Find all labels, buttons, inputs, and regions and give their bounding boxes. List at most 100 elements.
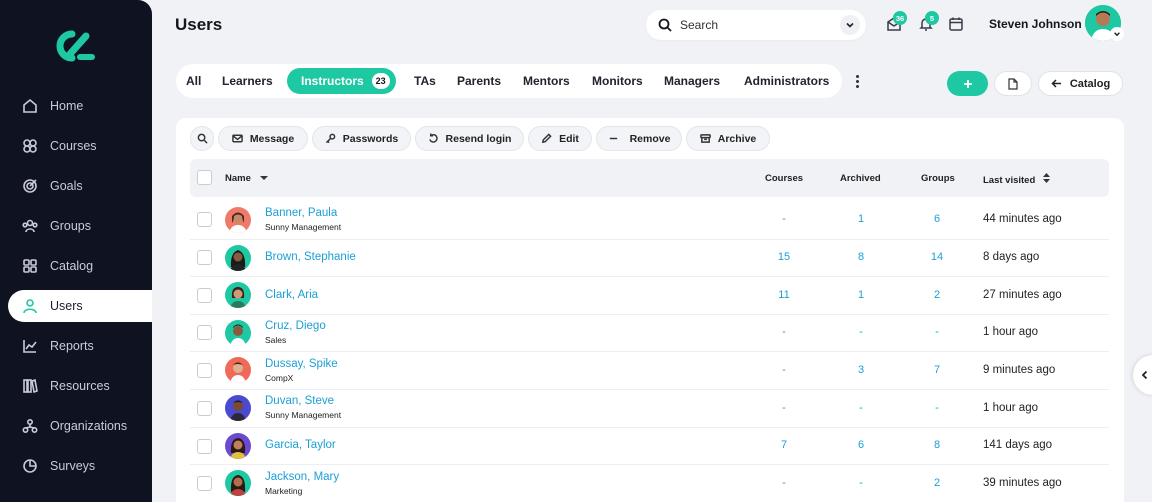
tab-tas[interactable]: TAs bbox=[414, 68, 436, 94]
courses-count[interactable]: - bbox=[764, 477, 804, 489]
resend-login-button[interactable]: Resend login bbox=[415, 126, 524, 151]
groups-count[interactable]: 14 bbox=[917, 251, 957, 263]
sidebar-item-goals[interactable]: Goals bbox=[8, 170, 152, 202]
column-header-last-visited[interactable]: Last visited bbox=[983, 173, 1050, 186]
archived-count[interactable]: 1 bbox=[841, 213, 881, 225]
courses-count[interactable]: - bbox=[764, 402, 804, 414]
tab-parents[interactable]: Parents bbox=[457, 68, 501, 94]
app-logo[interactable] bbox=[52, 28, 98, 64]
export-button[interactable] bbox=[994, 71, 1032, 96]
groups-count[interactable]: 6 bbox=[917, 213, 957, 225]
add-user-button[interactable] bbox=[947, 71, 988, 96]
table-header bbox=[190, 159, 1109, 197]
archived-count[interactable]: - bbox=[841, 477, 881, 489]
row-checkbox[interactable] bbox=[197, 363, 212, 378]
passwords-button[interactable]: Passwords bbox=[312, 126, 411, 151]
groups-count[interactable]: 2 bbox=[917, 289, 957, 301]
archived-count[interactable]: - bbox=[841, 402, 881, 414]
archived-count[interactable]: 3 bbox=[841, 364, 881, 376]
user-name-link[interactable]: Duvan, Steve bbox=[265, 395, 334, 407]
groups-count[interactable]: - bbox=[917, 326, 957, 338]
row-divider bbox=[190, 427, 1109, 428]
minus-icon bbox=[609, 137, 617, 140]
sidebar-item-catalog[interactable]: Catalog bbox=[8, 250, 152, 282]
catalog-button[interactable]: Catalog bbox=[1038, 71, 1123, 96]
user-name-link[interactable]: Clark, Aria bbox=[265, 289, 318, 301]
courses-count[interactable]: 11 bbox=[764, 289, 804, 301]
user-organization: Sales bbox=[265, 335, 287, 345]
user-name-link[interactable]: Banner, Paula bbox=[265, 207, 337, 219]
row-checkbox[interactable] bbox=[197, 401, 212, 416]
user-organization: Sunny Management bbox=[265, 222, 342, 232]
row-divider bbox=[190, 314, 1109, 315]
sidebar-item-surveys[interactable]: Surveys bbox=[8, 450, 152, 482]
select-all-checkbox[interactable] bbox=[197, 170, 212, 185]
calendar-button[interactable] bbox=[948, 16, 964, 32]
archived-count[interactable]: 8 bbox=[841, 251, 881, 263]
groups-count[interactable]: 7 bbox=[917, 364, 957, 376]
row-checkbox[interactable] bbox=[197, 288, 212, 303]
courses-count[interactable]: - bbox=[764, 326, 804, 338]
sidebar-item-reports[interactable]: Reports bbox=[8, 330, 152, 362]
column-header-name[interactable]: Name bbox=[225, 173, 268, 184]
sidebar-item-label: Users bbox=[50, 299, 83, 313]
user-organization: CompX bbox=[265, 373, 294, 383]
tab-all[interactable]: All bbox=[186, 68, 201, 94]
row-checkbox[interactable] bbox=[197, 476, 212, 491]
user-name-link[interactable]: Jackson, Mary bbox=[265, 471, 339, 483]
sidebar-item-label: Home bbox=[50, 99, 84, 113]
user-name-link[interactable]: Cruz, Diego bbox=[265, 320, 326, 332]
row-checkbox[interactable] bbox=[197, 439, 212, 454]
courses-count[interactable]: - bbox=[764, 364, 804, 376]
column-header-archived[interactable]: Archived bbox=[840, 173, 881, 184]
sidebar-item-home[interactable]: Home bbox=[8, 90, 152, 122]
groups-count[interactable]: 2 bbox=[917, 477, 957, 489]
notifications-button[interactable]: 5 bbox=[918, 11, 939, 32]
groups-count[interactable]: - bbox=[917, 402, 957, 414]
search-input[interactable] bbox=[680, 18, 830, 32]
search-dropdown-button[interactable] bbox=[840, 15, 860, 35]
sidebar-item-courses[interactable]: Courses bbox=[8, 130, 152, 162]
message-button[interactable]: Message bbox=[218, 126, 308, 151]
archive-button-label: Archive bbox=[717, 132, 757, 145]
current-user-name[interactable]: Steven Johnson bbox=[989, 17, 1082, 31]
column-header-label: Name bbox=[225, 173, 251, 184]
search-box[interactable] bbox=[646, 10, 866, 40]
message-button-label: Message bbox=[249, 132, 295, 145]
more-options-icon[interactable] bbox=[851, 72, 863, 90]
tab-administrators[interactable]: Administrators bbox=[744, 68, 829, 94]
user-menu-chevron[interactable] bbox=[1110, 27, 1124, 41]
archived-count[interactable]: 1 bbox=[841, 289, 881, 301]
row-checkbox[interactable] bbox=[197, 325, 212, 340]
tab-mentors[interactable]: Mentors bbox=[523, 68, 570, 94]
user-name-link[interactable]: Brown, Stephanie bbox=[265, 251, 356, 263]
courses-count[interactable]: - bbox=[764, 213, 804, 225]
groups-count[interactable]: 8 bbox=[917, 439, 957, 451]
column-header-groups[interactable]: Groups bbox=[921, 173, 955, 184]
sidebar-item-groups[interactable]: Groups bbox=[8, 210, 152, 242]
mail-icon bbox=[231, 134, 243, 143]
sidebar-item-resources[interactable]: Resources bbox=[8, 370, 152, 402]
courses-count[interactable]: 15 bbox=[764, 251, 804, 263]
tab-monitors[interactable]: Monitors bbox=[592, 68, 643, 94]
sidebar-item-users[interactable]: Users bbox=[8, 290, 152, 322]
archived-count[interactable]: - bbox=[841, 326, 881, 338]
edit-button[interactable]: Edit bbox=[528, 126, 592, 151]
sidebar-item-organizations[interactable]: Organizations bbox=[8, 410, 152, 442]
archive-button[interactable]: Archive bbox=[686, 126, 770, 151]
courses-count[interactable]: 7 bbox=[764, 439, 804, 451]
sidebar-item-label: Goals bbox=[50, 179, 83, 193]
tab-instructors[interactable]: Instructors 23 bbox=[287, 68, 396, 94]
user-name-link[interactable]: Garcia, Taylor bbox=[265, 439, 336, 451]
messages-button[interactable]: 36 bbox=[886, 11, 907, 32]
side-panel-toggle[interactable] bbox=[1133, 355, 1152, 395]
column-header-courses[interactable]: Courses bbox=[765, 173, 803, 184]
row-checkbox[interactable] bbox=[197, 212, 212, 227]
tab-managers[interactable]: Managers bbox=[664, 68, 720, 94]
remove-button[interactable]: Remove bbox=[596, 126, 682, 151]
row-checkbox[interactable] bbox=[197, 250, 212, 265]
archived-count[interactable]: 6 bbox=[841, 439, 881, 451]
tab-learners[interactable]: Learners bbox=[222, 68, 273, 94]
user-name-link[interactable]: Dussay, Spike bbox=[265, 358, 338, 370]
table-search-button[interactable] bbox=[190, 126, 214, 151]
